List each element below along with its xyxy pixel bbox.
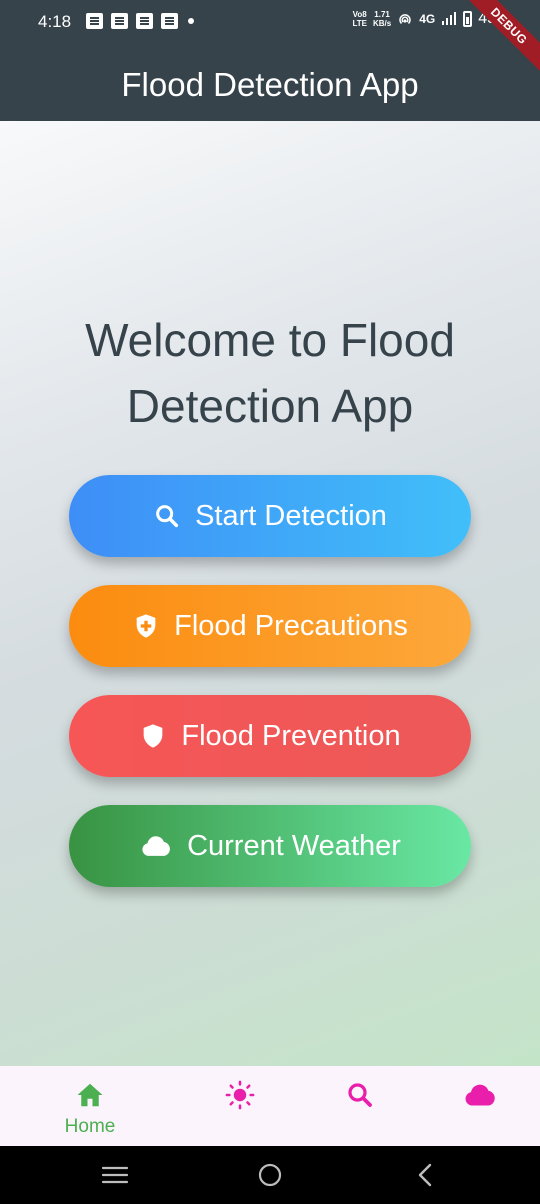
- search-icon: [156, 505, 179, 528]
- system-navigation-bar: [0, 1146, 540, 1204]
- flood-precautions-button[interactable]: Flood Precautions: [69, 585, 471, 667]
- notification-message-icon: [86, 13, 103, 29]
- notification-message-icon: [161, 13, 178, 29]
- cloud-icon: [142, 836, 170, 856]
- notification-icons: [86, 13, 194, 29]
- app-title: Flood Detection App: [121, 66, 419, 103]
- start-detection-button[interactable]: Start Detection: [69, 475, 471, 557]
- bottom-navigation-bar: Home: [0, 1066, 540, 1146]
- nav-home[interactable]: Home: [30, 1066, 150, 1146]
- back-icon[interactable]: [410, 1162, 440, 1188]
- nav-cloud[interactable]: [420, 1066, 540, 1146]
- signal-icon: [442, 12, 457, 25]
- shield-plus-icon: [136, 614, 156, 638]
- recent-apps-icon[interactable]: [100, 1162, 130, 1188]
- hotspot-icon: [399, 14, 411, 25]
- current-weather-button[interactable]: Current Weather: [69, 805, 471, 887]
- network-type: 4G: [419, 12, 436, 26]
- volte-indicator: Vo8 LTE: [352, 10, 367, 28]
- nav-weather-sun[interactable]: [180, 1066, 300, 1146]
- notification-message-icon: [136, 13, 153, 29]
- flood-precautions-label: Flood Precautions: [174, 609, 408, 642]
- nav-home-label: Home: [64, 1116, 116, 1137]
- start-detection-label: Start Detection: [195, 499, 387, 532]
- welcome-heading: Welcome to Flood Detection App: [85, 314, 455, 432]
- status-bar: 4:18 Vo8 LTE 1.71 KB/s 4G 45: [0, 0, 540, 44]
- cloud-icon: [465, 1084, 495, 1106]
- battery-icon: [463, 11, 473, 27]
- flood-prevention-button[interactable]: Flood Prevention: [69, 695, 471, 777]
- app-bar: Flood Detection App: [0, 44, 540, 121]
- home-screen: Welcome to Flood Detection App Start Det…: [0, 121, 540, 1066]
- shield-icon: [144, 724, 163, 748]
- home-icon: [77, 1083, 103, 1107]
- sun-icon: [225, 1080, 255, 1110]
- home-circle-icon[interactable]: [255, 1162, 285, 1188]
- network-speed: 1.71 KB/s: [372, 10, 392, 28]
- nav-search[interactable]: [300, 1066, 420, 1146]
- current-weather-label: Current Weather: [187, 829, 401, 862]
- notification-message-icon: [111, 13, 128, 29]
- flood-prevention-label: Flood Prevention: [181, 719, 401, 752]
- more-notifications-dot-icon: [188, 18, 194, 24]
- search-icon: [348, 1083, 372, 1107]
- system-status-icons: Vo8 LTE 1.71 KB/s 4G 45: [352, 10, 496, 28]
- status-time: 4:18: [38, 12, 72, 31]
